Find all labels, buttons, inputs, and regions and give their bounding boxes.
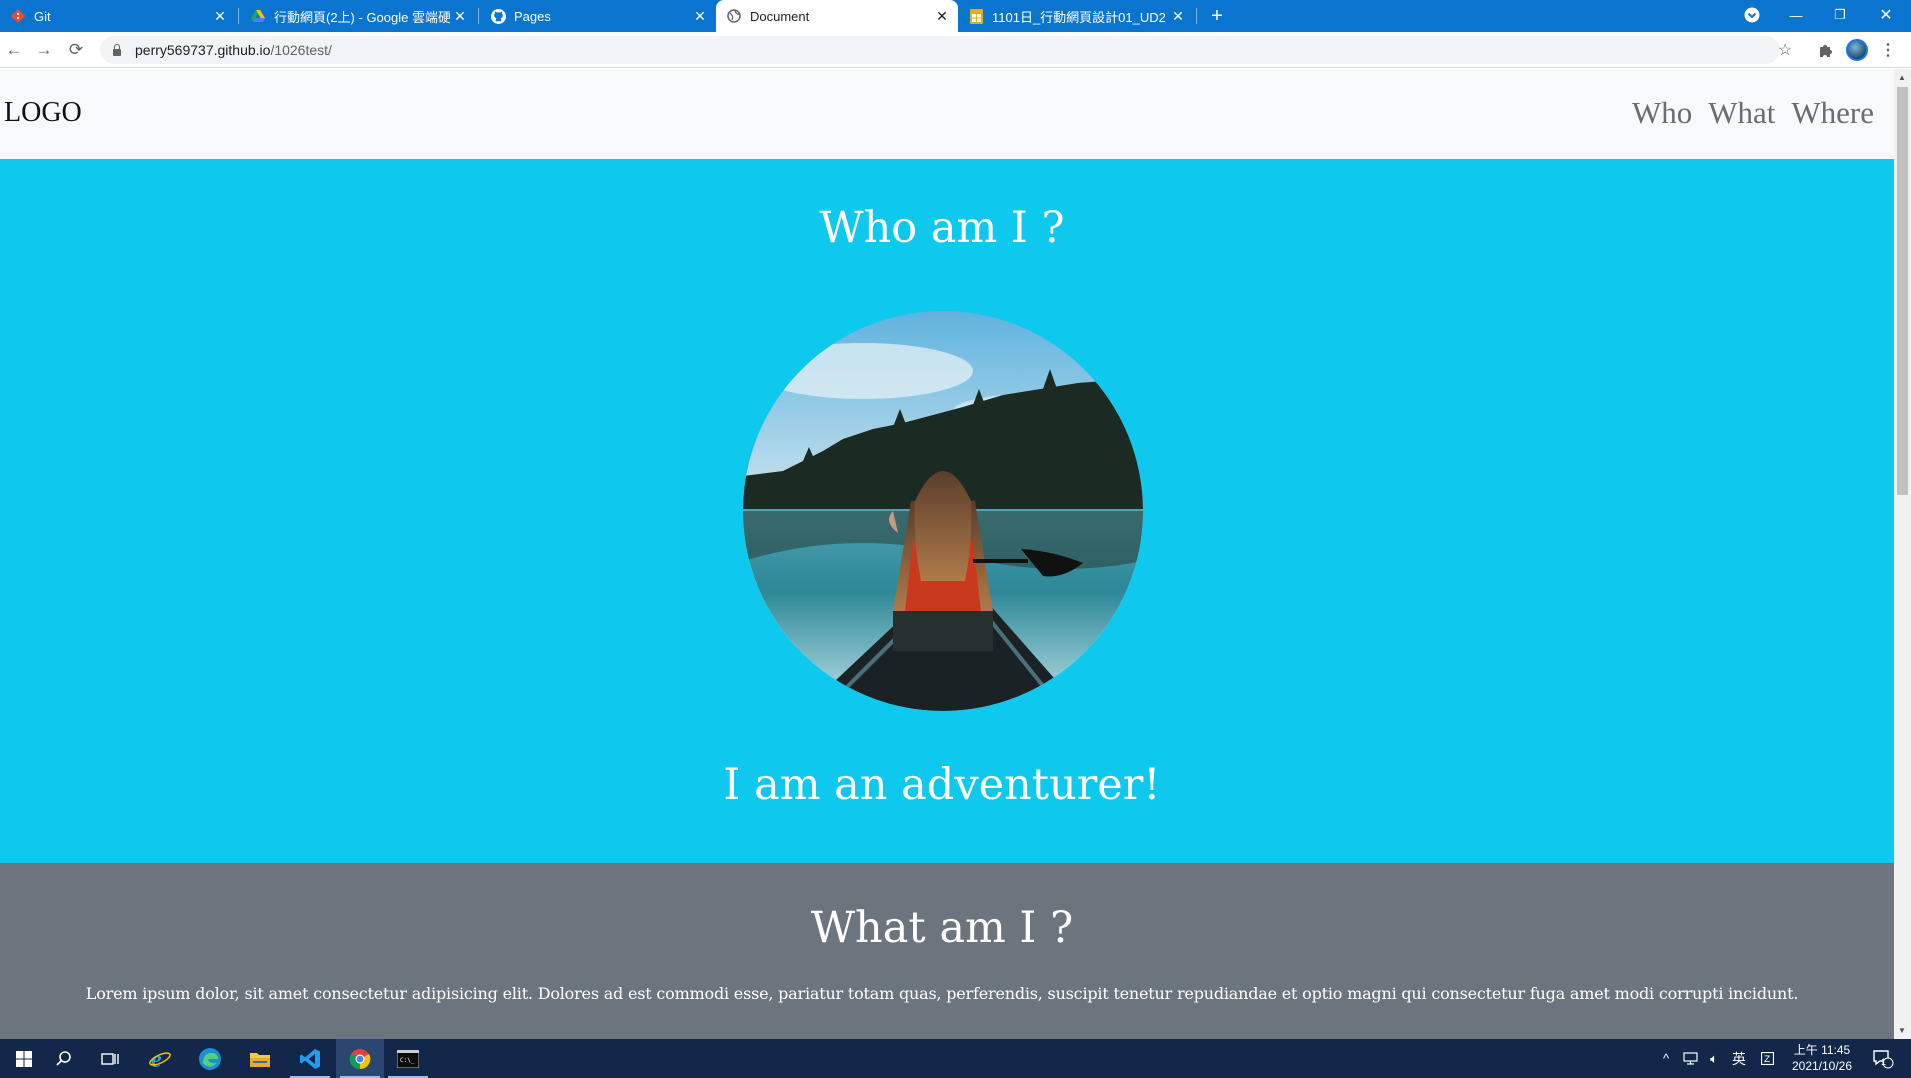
browser-toolbar: ← → ⟳ perry569737.github.io/1026test/ ☆ … (0, 32, 1911, 68)
svg-text:Z: Z (1764, 1055, 1770, 1065)
scroll-down-arrow-icon[interactable]: ▼ (1898, 1026, 1906, 1035)
url-host: perry569737.github.io (135, 42, 271, 58)
address-bar[interactable]: perry569737.github.io/1026test/ (100, 36, 1780, 64)
google-drive-icon (250, 8, 266, 24)
profile-photo (743, 311, 1143, 711)
page-scrollbar[interactable]: ▲ ▼ (1894, 69, 1911, 1039)
input-method-indicator[interactable]: 英 (1728, 1039, 1750, 1078)
clock-time: 上午 11:45 (1793, 1043, 1851, 1057)
back-button[interactable]: ← (2, 38, 26, 62)
tab-title: 1101日_行動網頁設計01_UD2 - (992, 9, 1168, 25)
page-viewport: LOGO Who What Where Who am I ? I am an a… (0, 69, 1894, 1039)
hero-section: Who am I ? I am an adventurer! (0, 159, 1894, 863)
system-clock[interactable]: 上午 11:45 2021/10/26 (1784, 1042, 1860, 1074)
github-icon (490, 8, 506, 24)
nav-link-what[interactable]: What (1708, 95, 1775, 131)
close-tab-icon[interactable]: ✕ (210, 8, 230, 25)
scroll-up-arrow-icon[interactable]: ▲ (1898, 73, 1906, 82)
file-explorer-icon[interactable] (236, 1039, 284, 1078)
tab-document[interactable]: Document ✕ (716, 0, 958, 32)
lock-icon (112, 44, 122, 56)
scrollbar-thumb[interactable] (1897, 87, 1908, 495)
chrome-icon[interactable] (336, 1039, 384, 1078)
tab-title: Document (750, 8, 810, 24)
notification-count: 1 (1881, 1057, 1887, 1067)
tab-separator (478, 8, 479, 24)
tab-separator (238, 8, 239, 24)
vscode-icon[interactable] (286, 1039, 334, 1078)
tab-search-button[interactable] (1730, 0, 1774, 30)
close-tab-icon[interactable]: ✕ (690, 8, 710, 25)
url-path: /1026test/ (270, 42, 332, 58)
close-tab-icon[interactable]: ✕ (1168, 8, 1188, 25)
notification-center-icon[interactable]: 1 (1868, 1039, 1898, 1078)
profile-avatar[interactable] (1846, 39, 1868, 61)
git-icon (10, 8, 26, 24)
terminal-icon[interactable]: C:\_ (384, 1039, 432, 1078)
edge-browser-icon[interactable] (186, 1039, 234, 1078)
hero-tagline: I am an adventurer! (723, 760, 1161, 810)
hero-heading: Who am I ? (819, 203, 1065, 253)
close-window-button[interactable]: ✕ (1864, 0, 1908, 30)
tab-separator (1196, 8, 1197, 24)
restore-button[interactable]: ❐ (1818, 0, 1862, 30)
minimize-button[interactable]: — (1774, 0, 1818, 30)
ime-mode-icon[interactable]: Z (1756, 1039, 1778, 1078)
close-tab-icon[interactable]: ✕ (450, 8, 470, 25)
reload-button[interactable]: ⟳ (64, 38, 88, 62)
internet-explorer-icon[interactable]: e (136, 1039, 184, 1078)
sheets-icon (968, 8, 984, 24)
search-icon[interactable] (40, 1039, 88, 1078)
new-tab-button[interactable]: + (1205, 0, 1229, 32)
tab-google-drive[interactable]: 行動網頁(2上) - Google 雲端硬碟 ✕ (240, 0, 476, 32)
nav-link-where[interactable]: Where (1791, 95, 1874, 131)
tab-title: Git (34, 8, 51, 24)
tab-title: Pages (514, 8, 551, 24)
windows-taskbar: e C:\_ ^ 🔈︎ 英 Z 上午 11:45 2021/10/26 1 (0, 1039, 1911, 1078)
tab-pages[interactable]: Pages ✕ (480, 0, 716, 32)
site-navbar: LOGO Who What Where (0, 69, 1894, 159)
clock-date: 2021/10/26 (1791, 1059, 1853, 1073)
nav-link-who[interactable]: Who (1632, 95, 1692, 131)
forward-button[interactable]: → (32, 38, 56, 62)
tab-sheets[interactable]: 1101日_行動網頁設計01_UD2 - ✕ (958, 0, 1194, 32)
close-tab-icon[interactable]: ✕ (932, 8, 952, 25)
tab-git[interactable]: Git ✕ (0, 0, 236, 32)
bookmark-star-icon[interactable]: ☆ (1773, 38, 1797, 62)
tab-strip: Git ✕ 行動網頁(2上) - Google 雲端硬碟 ✕ Pages ✕ D… (0, 0, 1911, 32)
nav-links: Who What Where (1632, 95, 1874, 131)
task-view-icon[interactable] (86, 1039, 134, 1078)
about-text: Lorem ipsum dolor, sit amet consectetur … (85, 984, 1799, 1003)
network-icon[interactable] (1680, 1039, 1700, 1078)
globe-icon (726, 8, 742, 24)
extensions-puzzle-icon[interactable] (1813, 38, 1837, 62)
about-heading: What am I ? (810, 903, 1074, 953)
show-hidden-icons-chevron-icon[interactable]: ^ (1658, 1039, 1674, 1078)
site-logo[interactable]: LOGO (4, 97, 82, 129)
about-section: What am I ? Lorem ipsum dolor, sit amet … (0, 863, 1894, 1039)
volume-icon[interactable]: 🔈︎ (1703, 1039, 1725, 1078)
tab-title: 行動網頁(2上) - Google 雲端硬碟 (274, 9, 450, 25)
svg-text:C:\_: C:\_ (400, 1057, 415, 1064)
menu-kebab-icon[interactable]: ⋮ (1876, 38, 1900, 62)
